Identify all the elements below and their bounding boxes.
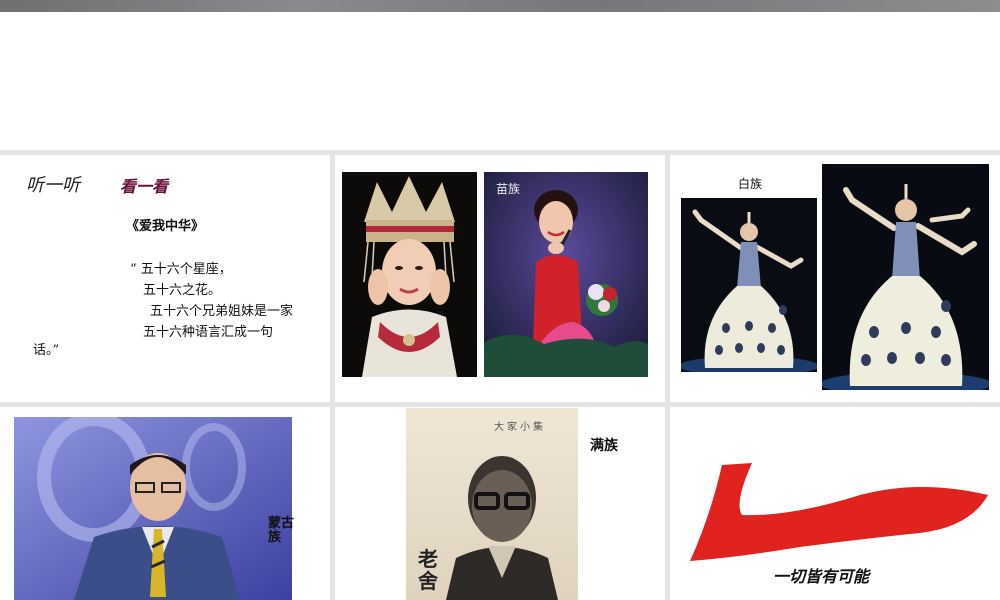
miao-headdress-photo	[342, 172, 477, 377]
manchu-panel: 大家小集 老舍 满族	[335, 407, 665, 600]
bai-label: 白族	[738, 177, 763, 191]
peacock-dancer-photo-small	[681, 198, 817, 372]
slide-header-area	[0, 12, 1000, 152]
look-heading: 看一看	[120, 177, 169, 196]
listen-heading: 听一听	[26, 175, 80, 196]
miao-singer-photo	[484, 172, 648, 377]
lyric-line: 五十六个兄弟姐妹是一家	[150, 304, 294, 319]
bai-panel: 白族	[670, 155, 1000, 402]
li-ning-panel: 一切皆有可能	[670, 407, 1000, 600]
lyric-line: 五十六之花。	[143, 283, 222, 298]
lao-she-book-cover: 大家小集 老舍	[406, 408, 578, 600]
peacock-dancer-photo-large	[822, 164, 989, 390]
book-title: 大家小集	[494, 422, 546, 433]
lyric-line: 话。”	[33, 343, 60, 358]
miao-panel: 苗族	[335, 155, 665, 402]
lyric-line: “ 五十六个星座，	[130, 262, 232, 277]
top-photo-strip	[0, 0, 1000, 12]
song-title: 《爱我中华》	[126, 219, 205, 234]
manchu-label: 满族	[590, 438, 618, 454]
lyrics-panel: 听一听 看一看 《爱我中华》 “ 五十六个星座， 五十六之花。 五十六个兄弟姐妹…	[0, 155, 330, 402]
mongol-panel: 蒙古族	[0, 407, 330, 600]
miao-label: 苗族	[496, 182, 521, 196]
lyric-line: 五十六种语言汇成一句	[143, 325, 274, 340]
mongol-label: 蒙古族	[268, 516, 295, 545]
lao-she-signature: 老舍	[418, 547, 438, 593]
li-ning-slogan: 一切皆有可能	[773, 567, 870, 586]
news-anchor-photo	[14, 417, 292, 600]
